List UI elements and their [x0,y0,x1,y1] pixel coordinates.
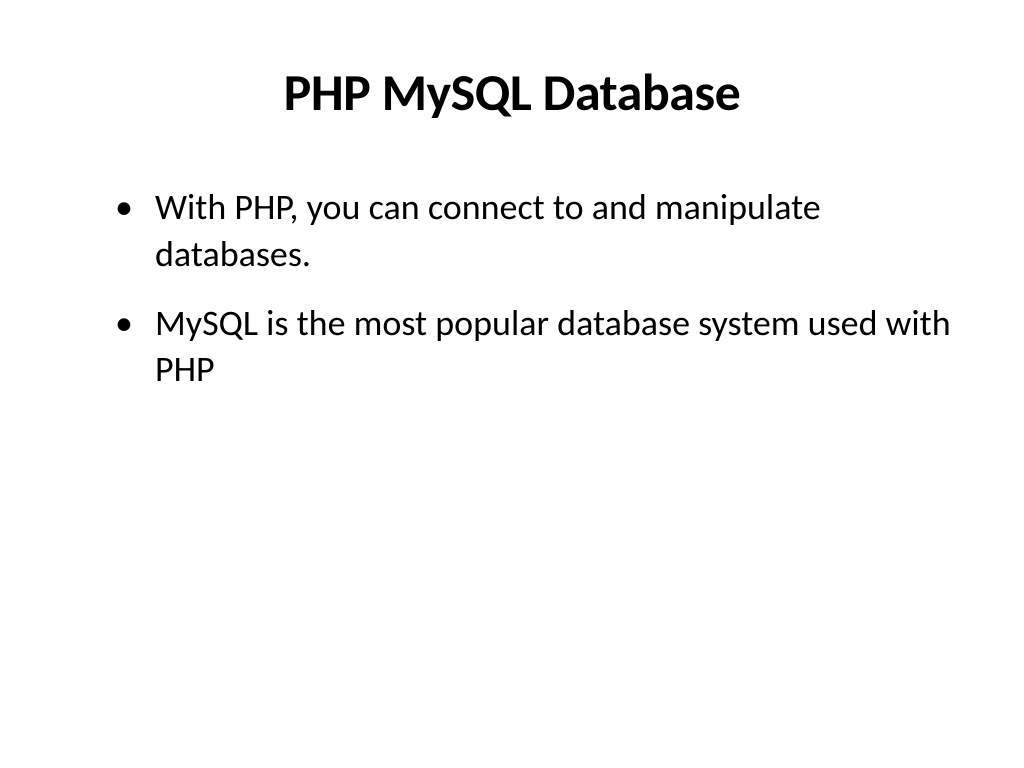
bullet-item: MySQL is the most popular database syste… [115,300,954,394]
bullet-list: With PHP, you can connect to and manipul… [115,184,954,393]
slide-container: PHP MySQL Database With PHP, you can con… [0,0,1024,768]
slide-title: PHP MySQL Database [70,60,954,124]
slide-content: With PHP, you can connect to and manipul… [70,184,954,393]
bullet-item: With PHP, you can connect to and manipul… [115,184,954,278]
